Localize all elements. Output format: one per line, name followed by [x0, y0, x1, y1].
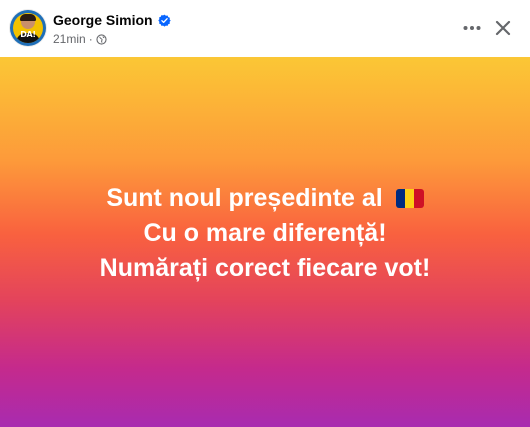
author-name[interactable]: George Simion: [53, 12, 153, 28]
post-timestamp[interactable]: 21min: [53, 32, 86, 46]
more-options-button[interactable]: [458, 14, 486, 42]
meta-separator: ·: [88, 32, 93, 46]
verified-badge-icon: [157, 14, 171, 27]
post-background: Sunt noul președinte al Cu o mare difere…: [0, 57, 530, 427]
avatar-badge-text: DA!: [20, 30, 36, 39]
flag-stripe-red: [414, 188, 424, 208]
post-meta: George Simion 21min ·: [53, 11, 171, 46]
flag-stripe-yellow: [405, 188, 415, 208]
post-text: Sunt noul președinte al Cu o mare difere…: [100, 181, 431, 286]
avatar-image: DA!: [13, 13, 43, 43]
flag-stripe-blue: [395, 188, 406, 208]
post-line-2: Cu o mare diferență!: [143, 218, 387, 247]
close-icon: [495, 20, 511, 36]
post-line-3: Numărați corect fiecare vot!: [99, 253, 431, 282]
avatar[interactable]: DA!: [10, 10, 46, 46]
close-button[interactable]: [489, 14, 517, 42]
romania-flag-icon: [395, 188, 424, 208]
more-options-icon: [463, 26, 481, 30]
post-header: DA! George Simion 21min ·: [0, 0, 530, 57]
post-line-1: Sunt noul președinte al: [100, 181, 431, 216]
globe-icon[interactable]: [96, 33, 107, 45]
